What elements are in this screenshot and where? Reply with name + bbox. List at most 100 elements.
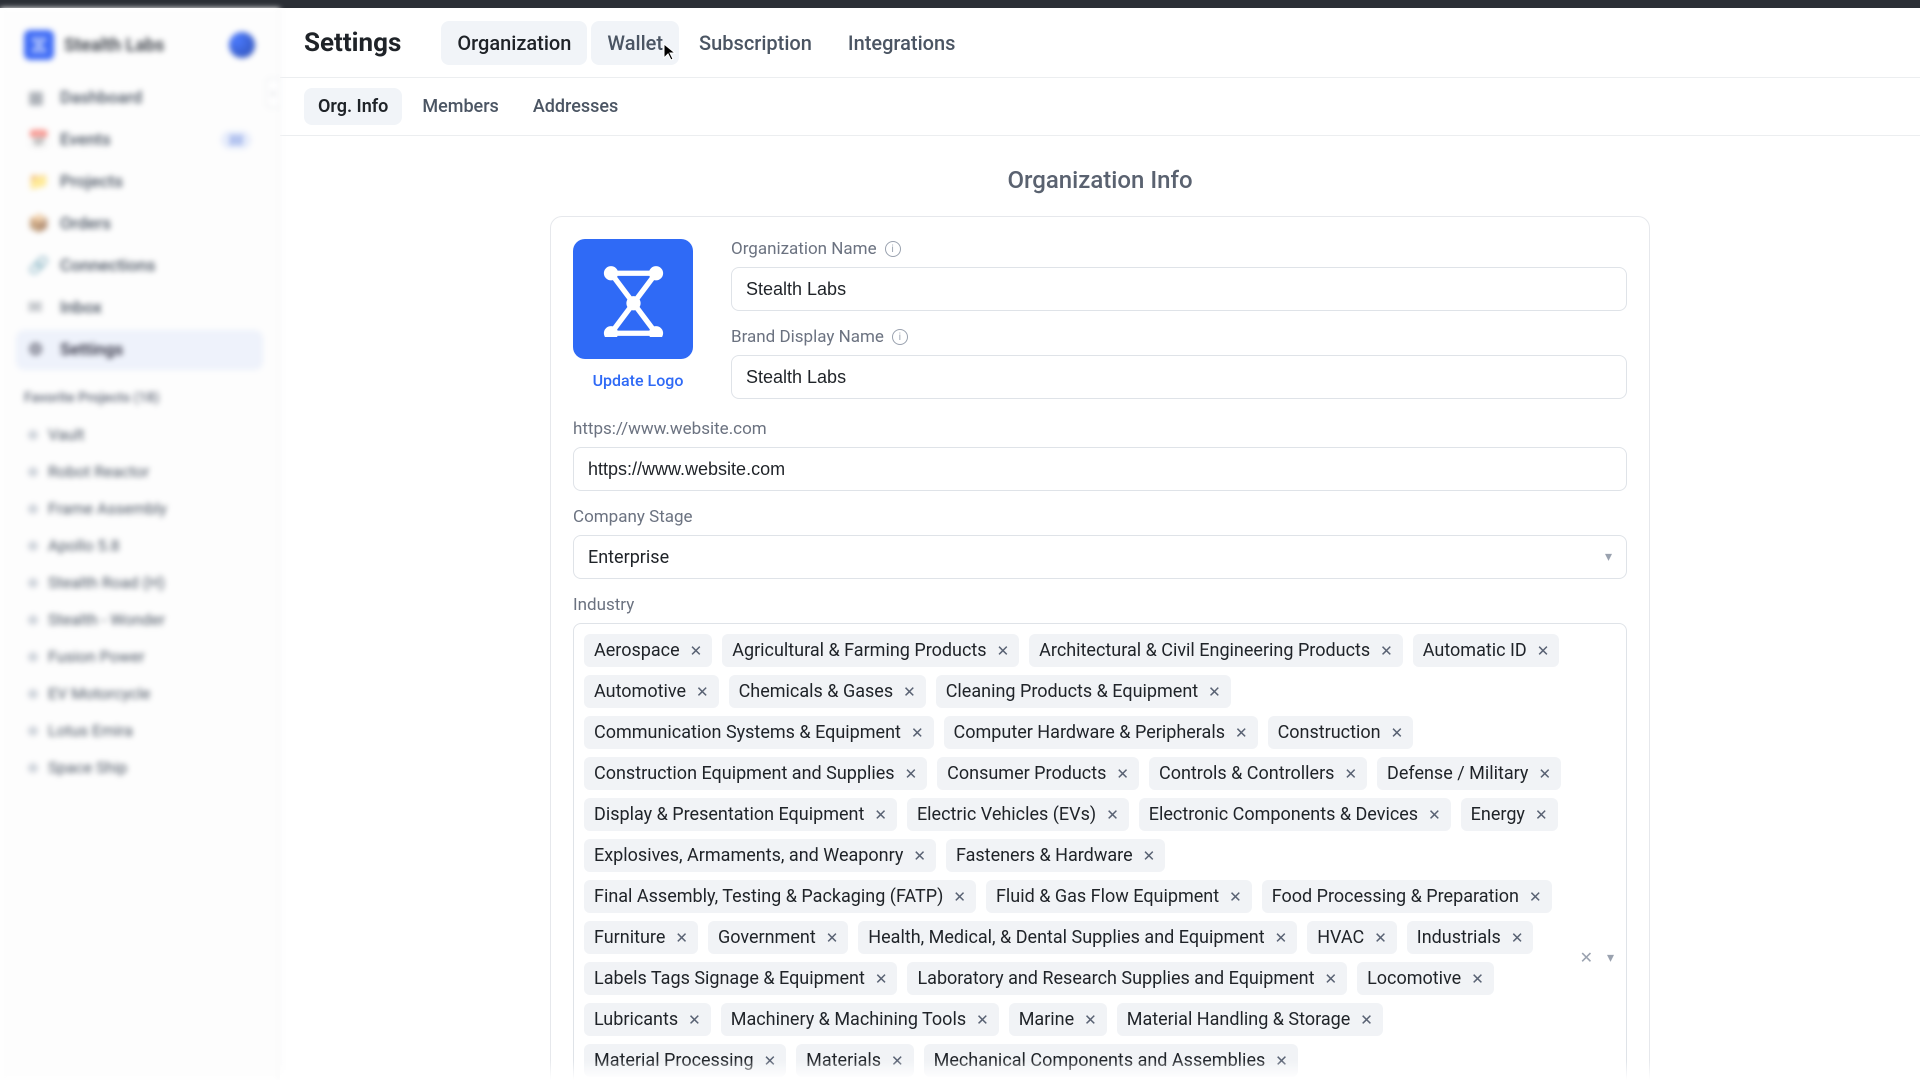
pill-label: Marine: [1019, 1009, 1074, 1030]
favorite-project[interactable]: Stealth - Wonder: [16, 601, 263, 638]
brand-name-input[interactable]: [731, 355, 1627, 399]
sidebar-collapse-handle[interactable]: ‹: [266, 78, 280, 108]
info-icon[interactable]: i: [892, 329, 908, 345]
workspace-switcher[interactable]: Stealth Labs: [16, 20, 263, 78]
remove-pill-icon[interactable]: ✕: [1374, 929, 1387, 947]
remove-pill-icon[interactable]: ✕: [1428, 806, 1441, 824]
settings-tabs: OrganizationWalletSubscriptionIntegratio…: [441, 21, 971, 65]
remove-pill-icon[interactable]: ✕: [1235, 724, 1248, 742]
remove-pill-icon[interactable]: ✕: [1471, 970, 1484, 988]
remove-pill-icon[interactable]: ✕: [1275, 929, 1288, 947]
remove-pill-icon[interactable]: ✕: [764, 1052, 777, 1070]
pill-label: Controls & Controllers: [1159, 763, 1334, 784]
dot-icon: [28, 652, 38, 662]
industry-pill: Chemicals & Gases✕: [729, 675, 926, 708]
user-avatar[interactable]: [229, 32, 255, 58]
nav-icon: 🔗: [28, 256, 48, 276]
pill-label: Labels Tags Signage & Equipment: [594, 968, 865, 989]
nav-label: Settings: [60, 340, 123, 360]
remove-pill-icon[interactable]: ✕: [911, 724, 924, 742]
remove-pill-icon[interactable]: ✕: [1208, 683, 1221, 701]
subtab-org-info[interactable]: Org. Info: [304, 88, 402, 125]
tab-subscription[interactable]: Subscription: [683, 21, 828, 65]
remove-pill-icon[interactable]: ✕: [1535, 806, 1548, 824]
favorite-project[interactable]: Apollo 5.8: [16, 527, 263, 564]
chevron-down-icon[interactable]: ▾: [1607, 950, 1614, 966]
tab-integrations[interactable]: Integrations: [832, 21, 972, 65]
pill-label: Laboratory and Research Supplies and Equ…: [917, 968, 1314, 989]
remove-pill-icon[interactable]: ✕: [696, 683, 709, 701]
remove-pill-icon[interactable]: ✕: [1116, 765, 1129, 783]
remove-pill-icon[interactable]: ✕: [903, 683, 916, 701]
update-logo-button[interactable]: Update Logo: [573, 371, 703, 390]
company-stage-value: Enterprise: [588, 547, 669, 568]
subtab-addresses[interactable]: Addresses: [519, 88, 633, 125]
sidebar-item-projects[interactable]: 📁Projects: [16, 162, 263, 202]
company-stage-select[interactable]: Enterprise ▾: [573, 535, 1627, 579]
pill-label: Electric Vehicles (EVs): [917, 804, 1096, 825]
remove-pill-icon[interactable]: ✕: [874, 806, 887, 824]
org-logo: [573, 239, 693, 359]
dot-icon: [28, 689, 38, 699]
remove-pill-icon[interactable]: ✕: [1391, 724, 1404, 742]
remove-pill-icon[interactable]: ✕: [875, 970, 888, 988]
website-input[interactable]: [573, 447, 1627, 491]
remove-pill-icon[interactable]: ✕: [1538, 765, 1551, 783]
org-name-input[interactable]: [731, 267, 1627, 311]
remove-pill-icon[interactable]: ✕: [913, 847, 926, 865]
sidebar-item-events[interactable]: 📅Events22: [16, 120, 263, 160]
favorite-project[interactable]: Robot Reactor: [16, 453, 263, 490]
remove-pill-icon[interactable]: ✕: [891, 1052, 904, 1070]
remove-pill-icon[interactable]: ✕: [905, 765, 918, 783]
remove-pill-icon[interactable]: ✕: [675, 929, 688, 947]
favorite-project[interactable]: Vault: [16, 416, 263, 453]
remove-pill-icon[interactable]: ✕: [1143, 847, 1156, 865]
pill-label: Fasteners & Hardware: [956, 845, 1133, 866]
favorite-label: Space Ship: [48, 758, 127, 777]
favorite-project[interactable]: Fusion Power: [16, 638, 263, 675]
remove-pill-icon[interactable]: ✕: [953, 888, 966, 906]
remove-pill-icon[interactable]: ✕: [1529, 888, 1542, 906]
clear-all-icon[interactable]: ✕: [1580, 948, 1593, 967]
remove-pill-icon[interactable]: ✕: [1360, 1011, 1373, 1029]
remove-pill-icon[interactable]: ✕: [688, 1011, 701, 1029]
favorite-label: Fusion Power: [48, 647, 145, 666]
favorite-project[interactable]: Stealth Road (H): [16, 564, 263, 601]
remove-pill-icon[interactable]: ✕: [690, 642, 703, 660]
subtab-members[interactable]: Members: [408, 88, 512, 125]
remove-pill-icon[interactable]: ✕: [1084, 1011, 1097, 1029]
pill-label: Explosives, Armaments, and Weaponry: [594, 845, 903, 866]
favorite-project[interactable]: Space Ship: [16, 749, 263, 786]
favorite-project[interactable]: EV Motorcycle: [16, 675, 263, 712]
favorite-project[interactable]: Lotus Emira: [16, 712, 263, 749]
remove-pill-icon[interactable]: ✕: [1275, 1052, 1288, 1070]
remove-pill-icon[interactable]: ✕: [1511, 929, 1524, 947]
remove-pill-icon[interactable]: ✕: [997, 642, 1010, 660]
pill-label: Electronic Components & Devices: [1149, 804, 1418, 825]
industry-multiselect[interactable]: Aerospace✕Agricultural & Farming Product…: [573, 623, 1627, 1080]
sidebar-item-settings[interactable]: ⚙Settings: [16, 330, 263, 370]
website-label: https://www.website.com: [573, 419, 767, 439]
sidebar-item-connections[interactable]: 🔗Connections: [16, 246, 263, 286]
pill-label: Computer Hardware & Peripherals: [954, 722, 1225, 743]
remove-pill-icon[interactable]: ✕: [1344, 765, 1357, 783]
sidebar-item-dashboard[interactable]: ▦Dashboard: [16, 78, 263, 118]
window-titlebar: [0, 0, 1920, 8]
tab-organization[interactable]: Organization: [441, 21, 587, 65]
remove-pill-icon[interactable]: ✕: [976, 1011, 989, 1029]
industry-pill: Government✕: [708, 921, 848, 954]
remove-pill-icon[interactable]: ✕: [1325, 970, 1338, 988]
remove-pill-icon[interactable]: ✕: [1537, 642, 1550, 660]
tab-wallet[interactable]: Wallet: [591, 21, 679, 65]
sidebar-item-inbox[interactable]: ✉Inbox: [16, 288, 263, 328]
remove-pill-icon[interactable]: ✕: [1380, 642, 1393, 660]
favorite-project[interactable]: Frame Assembly: [16, 490, 263, 527]
industry-pill: HVAC✕: [1307, 921, 1397, 954]
remove-pill-icon[interactable]: ✕: [826, 929, 839, 947]
nav-icon: 📦: [28, 214, 48, 234]
sidebar-item-orders[interactable]: 📦Orders: [16, 204, 263, 244]
industry-pill: Materials✕: [796, 1044, 913, 1077]
info-icon[interactable]: i: [885, 241, 901, 257]
remove-pill-icon[interactable]: ✕: [1106, 806, 1119, 824]
remove-pill-icon[interactable]: ✕: [1229, 888, 1242, 906]
